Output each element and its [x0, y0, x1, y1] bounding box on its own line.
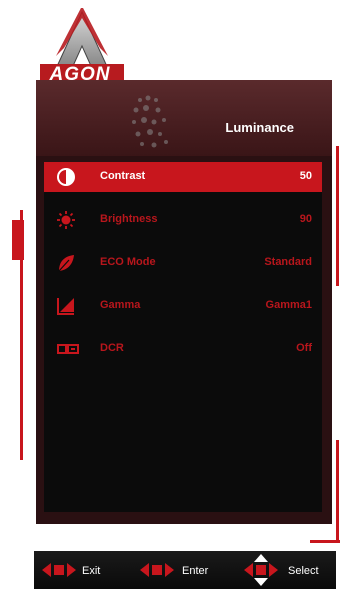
- menu-item-label: DCR: [100, 342, 124, 354]
- enter-control[interactable]: Enter: [138, 559, 228, 581]
- header-pattern-icon: [132, 95, 168, 148]
- exit-label: Exit: [82, 565, 101, 577]
- menu-item-eco-mode[interactable]: ECO Mode Standard: [44, 248, 322, 278]
- menu-item-value: Gamma1: [265, 299, 312, 311]
- menu-item-label: Contrast: [100, 170, 146, 182]
- brightness-icon: [57, 211, 75, 229]
- left-right-arrows-icon: [140, 563, 174, 577]
- four-way-arrows-icon: [244, 554, 278, 586]
- contrast-icon: [57, 168, 75, 186]
- exit-control[interactable]: Exit: [40, 559, 120, 581]
- osd-panel: Luminance Contrast 50 Brightness 90 ECO …: [36, 80, 332, 524]
- gamma-icon: [57, 298, 74, 315]
- control-bar: Exit Enter Select: [34, 551, 336, 589]
- menu-item-label: Gamma: [100, 299, 141, 311]
- dcr-icon: [57, 344, 79, 354]
- menu-item-label: ECO Mode: [100, 256, 156, 268]
- select-control[interactable]: Select: [242, 553, 334, 587]
- frame-line-right-top: [336, 146, 339, 286]
- frame-tick-right: [336, 440, 339, 540]
- page-title: Luminance: [225, 120, 294, 135]
- leaf-icon: [58, 255, 74, 272]
- menu-item-label: Brightness: [100, 213, 158, 225]
- menu-item-gamma[interactable]: Gamma Gamma1: [44, 291, 322, 321]
- enter-label: Enter: [182, 565, 209, 577]
- left-right-arrows-icon: [42, 563, 76, 577]
- menu-item-dcr[interactable]: DCR Off: [44, 334, 322, 364]
- menu-list: Contrast 50 Brightness 90 ECO Mode Stand…: [44, 162, 322, 512]
- menu-item-value: Standard: [264, 256, 312, 268]
- frame-tab-left: [12, 220, 24, 260]
- select-label: Select: [288, 565, 319, 577]
- frame-line-bottom-right: [310, 540, 340, 543]
- menu-item-value: Off: [296, 342, 312, 354]
- menu-item-contrast[interactable]: Contrast 50: [44, 162, 322, 192]
- menu-item-value: 50: [299, 170, 312, 182]
- menu-item-brightness[interactable]: Brightness 90: [44, 205, 322, 235]
- panel-header: Luminance: [36, 80, 332, 156]
- menu-item-value: 90: [299, 213, 312, 225]
